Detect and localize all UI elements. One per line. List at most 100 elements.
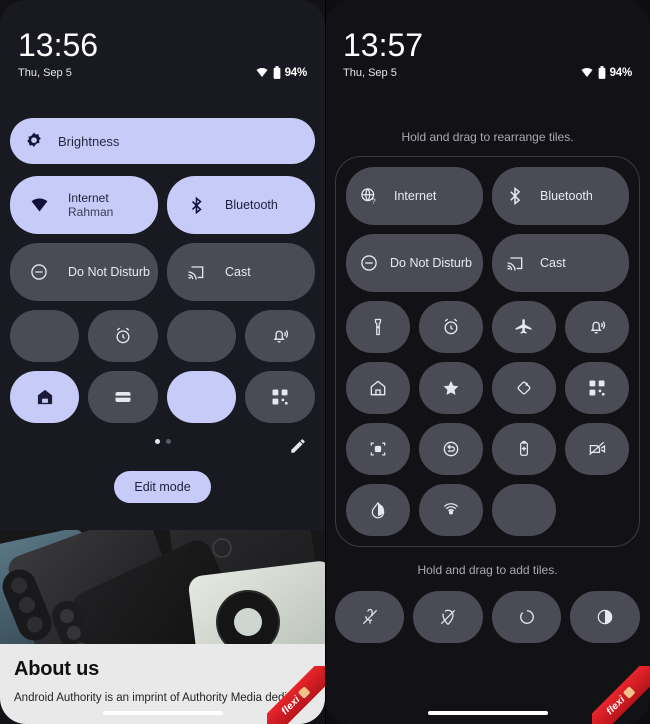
pencil-icon[interactable]: [289, 437, 307, 455]
auto-rotate-icon: [513, 377, 535, 399]
screen-record-icon: [367, 438, 389, 460]
tile-empty-slot[interactable]: [491, 484, 556, 536]
screen-share-icon: [440, 438, 462, 460]
tile-do-not-disturb[interactable]: Do Not Disturb: [10, 243, 158, 301]
qr-scanner-icon: [269, 386, 291, 408]
flexi-watermark: flexi: [592, 666, 650, 724]
clock: 13:57: [343, 27, 424, 63]
left-tile-grid: Internet Rahman Bluetooth Do Not Disturb…: [10, 176, 315, 423]
alarm-icon: [112, 325, 134, 347]
navigation-bar-handle[interactable]: [102, 711, 223, 715]
tile-home[interactable]: [10, 371, 80, 423]
alarm-icon: [440, 316, 462, 338]
tile-home[interactable]: [346, 362, 410, 414]
bell-vibrate-icon: [586, 316, 608, 338]
page-dot-2[interactable]: [165, 439, 171, 444]
tile-label-primary: Bluetooth: [540, 189, 593, 203]
tile-label-primary: Bluetooth: [225, 198, 278, 212]
brightness-icon: [24, 131, 44, 151]
tile-color-contrast[interactable]: [570, 591, 640, 643]
battery-percent: 94%: [284, 66, 308, 79]
tile-battery-saver[interactable]: [491, 423, 556, 475]
battery-percent: 94%: [609, 66, 633, 79]
tile-label-primary: Internet: [394, 189, 437, 203]
tile-alarm[interactable]: [88, 310, 158, 362]
tile-wallet[interactable]: [88, 371, 158, 423]
cast-icon: [504, 252, 526, 274]
tile-screen-record[interactable]: [346, 423, 410, 475]
available-tiles-row: [335, 591, 640, 643]
add-tiles-hint: Hold and drag to add tiles.: [417, 563, 558, 577]
tile-blank-2[interactable]: [166, 310, 237, 362]
flexi-watermark-label: flexi: [604, 693, 628, 717]
tile-location-off[interactable]: [413, 591, 483, 643]
tile-nearby-share[interactable]: [491, 591, 562, 643]
tile-cast[interactable]: Cast: [492, 234, 629, 292]
battery-saver-icon: [513, 438, 535, 460]
globe-question-icon: ?: [358, 185, 380, 207]
date-label: Thu, Sep 5: [18, 66, 72, 79]
tile-ring-vibrate[interactable]: [245, 310, 315, 362]
tile-hotspot[interactable]: [418, 484, 483, 536]
tile-flashlight[interactable]: [346, 301, 410, 353]
svg-text:?: ?: [372, 197, 376, 206]
do-not-disturb-icon: [358, 252, 380, 274]
tile-internet[interactable]: Internet Rahman: [10, 176, 158, 234]
flexi-watermark-dot: [622, 685, 636, 699]
tile-ring-vibrate[interactable]: [564, 301, 629, 353]
right-tile-grid: ? Internet Bluetooth Do Not Disturb Cast: [346, 167, 629, 536]
page-indicator[interactable]: [154, 439, 171, 444]
dual-screenshot-composite: 13:56 Thu, Sep 5 94% Brightness Internet…: [0, 0, 650, 724]
hotspot-icon: [440, 499, 462, 521]
wallet-icon: [112, 386, 134, 408]
qr-scanner-icon: [586, 377, 608, 399]
do-not-disturb-icon: [28, 261, 50, 283]
tile-auto-rotate[interactable]: [491, 362, 556, 414]
tile-do-not-disturb[interactable]: Do Not Disturb: [346, 234, 483, 292]
tile-bluetooth[interactable]: Bluetooth: [167, 176, 315, 234]
edit-tiles-area: Hold and drag to rearrange tiles. ? Inte…: [325, 130, 650, 643]
flashlight-icon: [367, 316, 389, 338]
tile-qr-scanner[interactable]: [564, 362, 629, 414]
brightness-label: Brightness: [58, 133, 120, 149]
right-statusbar: 13:57 Thu, Sep 5 94%: [325, 0, 650, 79]
tile-cast[interactable]: Cast: [167, 243, 315, 301]
tile-favorite[interactable]: [418, 362, 483, 414]
tile-mic-off[interactable]: [335, 591, 405, 643]
tile-bluetooth[interactable]: Bluetooth: [492, 167, 629, 225]
active-tiles-container: ? Internet Bluetooth Do Not Disturb Cast: [335, 156, 640, 547]
tile-airplane-mode[interactable]: [491, 301, 556, 353]
location-off-icon: [437, 606, 459, 628]
night-light-icon: [367, 499, 389, 521]
quick-settings-footer: [10, 423, 315, 457]
tile-label-primary: Internet: [68, 191, 109, 205]
tile-internet[interactable]: ? Internet: [346, 167, 483, 225]
airplane-icon: [513, 316, 535, 338]
nearby-share-icon: [516, 606, 538, 628]
about-us-body: Android Authority is an imprint of Autho…: [14, 692, 311, 704]
edit-mode-button[interactable]: Edit mode: [114, 471, 211, 503]
page-dot-1[interactable]: [154, 439, 160, 444]
battery-icon: [273, 66, 281, 79]
navigation-bar-handle[interactable]: [427, 711, 548, 715]
battery-icon: [598, 66, 606, 79]
wifi-icon: [255, 67, 269, 79]
bluetooth-icon: [177, 186, 215, 224]
tile-night-light[interactable]: [346, 484, 410, 536]
tile-screen-share[interactable]: [418, 423, 483, 475]
edit-mode-wrap: Edit mode: [10, 457, 315, 503]
quick-settings-panel: Brightness Internet Rahman Bluetooth Do …: [0, 118, 325, 503]
tile-camera-off[interactable]: [564, 423, 629, 475]
tile-label-primary: Cast: [540, 256, 566, 270]
tile-alarm[interactable]: [418, 301, 483, 353]
camera-off-icon: [586, 438, 608, 460]
screen-divider: [325, 0, 326, 724]
brightness-slider[interactable]: Brightness: [10, 118, 315, 164]
wifi-icon: [580, 67, 594, 79]
tile-qr-scanner[interactable]: [245, 371, 315, 423]
tile-blank-3[interactable]: [166, 371, 237, 423]
contrast-icon: [594, 606, 616, 628]
tile-label-primary: Do Not Disturb: [390, 256, 472, 270]
tile-blank-1[interactable]: [10, 310, 80, 362]
left-statusbar: 13:56 Thu, Sep 5 94%: [0, 0, 325, 79]
